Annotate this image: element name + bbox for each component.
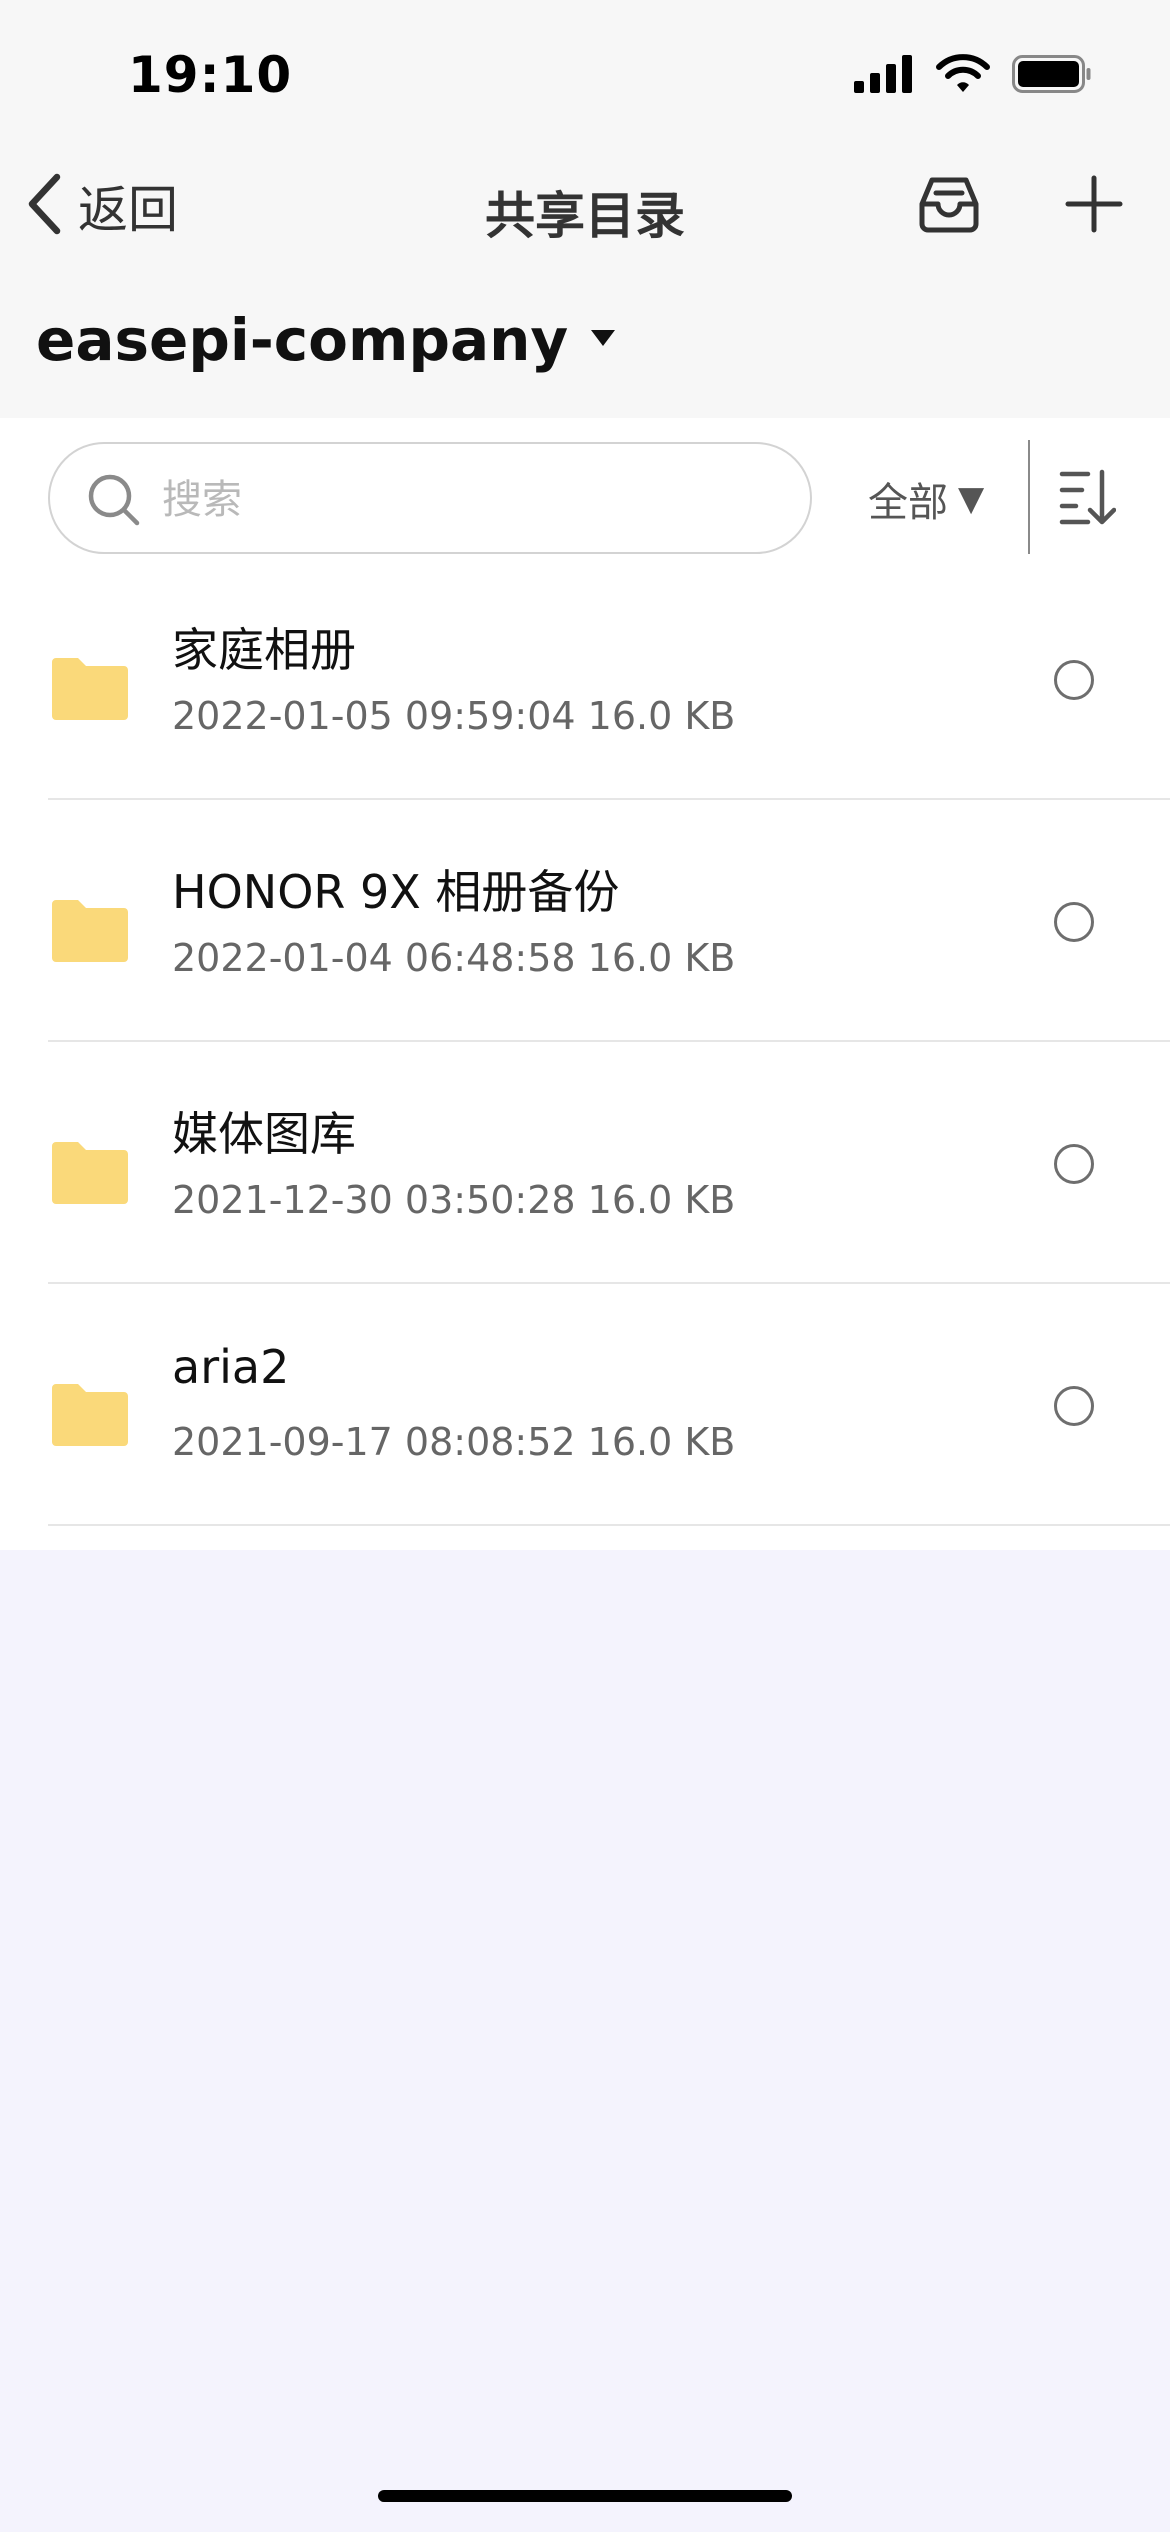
file-browser: 全部 ▼ 家庭相册 2022-01-05 09:59:04 16.0 KB	[0, 418, 1170, 1550]
folder-icon	[48, 898, 132, 970]
add-button[interactable]	[1064, 174, 1124, 238]
sort-descending-icon	[1058, 469, 1117, 530]
server-name: easepi-company	[36, 306, 569, 374]
file-meta: 2021-12-30 03:50:28 16.0 KB	[172, 1178, 736, 1222]
list-item[interactable]: 家庭相册 2022-01-05 09:59:04 16.0 KB	[0, 558, 1170, 800]
file-name: aria2	[172, 1340, 290, 1394]
caret-down-icon: ▼	[958, 479, 985, 519]
radio-unchecked-icon[interactable]	[1054, 902, 1094, 942]
search-input[interactable]	[160, 464, 764, 536]
file-meta: 2021-09-17 08:08:52 16.0 KB	[172, 1420, 736, 1464]
plus-icon	[1064, 175, 1124, 238]
search-icon	[86, 472, 142, 532]
file-list: 家庭相册 2022-01-05 09:59:04 16.0 KB HONOR 9…	[0, 558, 1170, 1526]
file-name: 家庭相册	[172, 623, 356, 677]
status-icons	[854, 54, 1092, 98]
filter-label: 全部	[868, 480, 948, 526]
file-name: 媒体图库	[172, 1107, 356, 1161]
inbox-button[interactable]	[918, 174, 980, 238]
caret-down-icon	[590, 329, 616, 351]
wifi-icon	[936, 54, 990, 98]
radio-unchecked-icon[interactable]	[1054, 1144, 1094, 1184]
file-meta: 2022-01-05 09:59:04 16.0 KB	[172, 694, 736, 738]
radio-unchecked-icon[interactable]	[1054, 660, 1094, 700]
sort-button[interactable]	[1058, 468, 1117, 530]
inbox-icon	[918, 177, 980, 238]
folder-icon	[48, 1140, 132, 1212]
filter-dropdown[interactable]: 全部 ▼	[868, 470, 984, 528]
server-selector[interactable]: easepi-company	[36, 306, 616, 374]
status-time: 19:10	[128, 46, 293, 104]
home-indicator[interactable]	[378, 2490, 792, 2502]
page-title: 共享目录	[485, 187, 685, 245]
file-name: HONOR 9X 相册备份	[172, 865, 620, 919]
row-divider	[48, 1524, 1170, 1526]
folder-icon	[48, 656, 132, 728]
list-item[interactable]: 媒体图库 2021-12-30 03:50:28 16.0 KB	[0, 1042, 1170, 1284]
list-item[interactable]: HONOR 9X 相册备份 2022-01-04 06:48:58 16.0 K…	[0, 800, 1170, 1042]
radio-unchecked-icon[interactable]	[1054, 1386, 1094, 1426]
folder-icon	[48, 1382, 132, 1454]
battery-icon	[1012, 55, 1092, 97]
app-header: 19:10 返回 共享目录 easepi-company	[0, 0, 1170, 418]
search-box[interactable]	[48, 442, 812, 554]
list-item[interactable]: aria2 2021-09-17 08:08:52 16.0 KB	[0, 1284, 1170, 1526]
file-meta: 2022-01-04 06:48:58 16.0 KB	[172, 936, 736, 980]
signal-icon	[854, 55, 914, 97]
toolbar-divider	[1028, 440, 1030, 554]
